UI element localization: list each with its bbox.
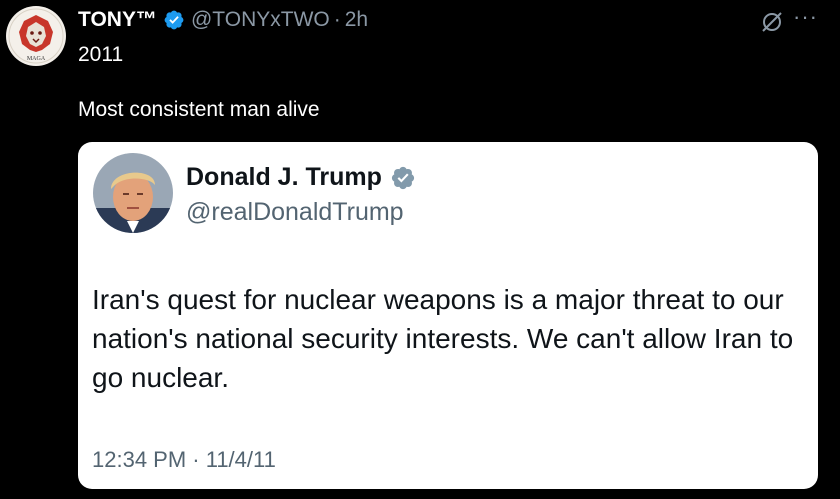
quoted-author-avatar[interactable]	[93, 153, 173, 233]
lion-logo-icon: MAGA	[8, 8, 64, 64]
svg-text:MAGA: MAGA	[27, 56, 46, 62]
gray-verified-badge-icon	[390, 165, 416, 191]
author-handle[interactable]: @TONYxTWO	[191, 8, 330, 32]
quoted-author-name-row: Donald J. Trump	[186, 163, 416, 192]
more-options-icon[interactable]: ···	[793, 4, 818, 30]
quoted-author-handle[interactable]: @realDonaldTrump	[186, 198, 404, 227]
post-time[interactable]: 2h	[345, 8, 368, 32]
post-year-text: 2011	[78, 43, 124, 66]
quoted-tweet-text: Iran's quest for nuclear weapons is a ma…	[92, 284, 794, 393]
author-name[interactable]: TONY™	[78, 8, 157, 32]
post-text: Most consistent man alive	[78, 98, 320, 121]
quoted-tweet-timestamp[interactable]: 12:34 PM · 11/4/11	[92, 447, 276, 473]
author-avatar[interactable]: MAGA	[6, 6, 66, 66]
verified-badge-icon[interactable]	[163, 9, 185, 31]
quoted-tweet-card[interactable]: Donald J. Trump @realDonaldTrump Iran's …	[78, 142, 818, 489]
separator-dot: ·	[333, 8, 341, 31]
grok-icon[interactable]	[760, 10, 784, 39]
quoted-author-name[interactable]: Donald J. Trump	[186, 163, 382, 192]
post-header: TONY™ @TONYxTWO · 2h	[78, 8, 368, 32]
